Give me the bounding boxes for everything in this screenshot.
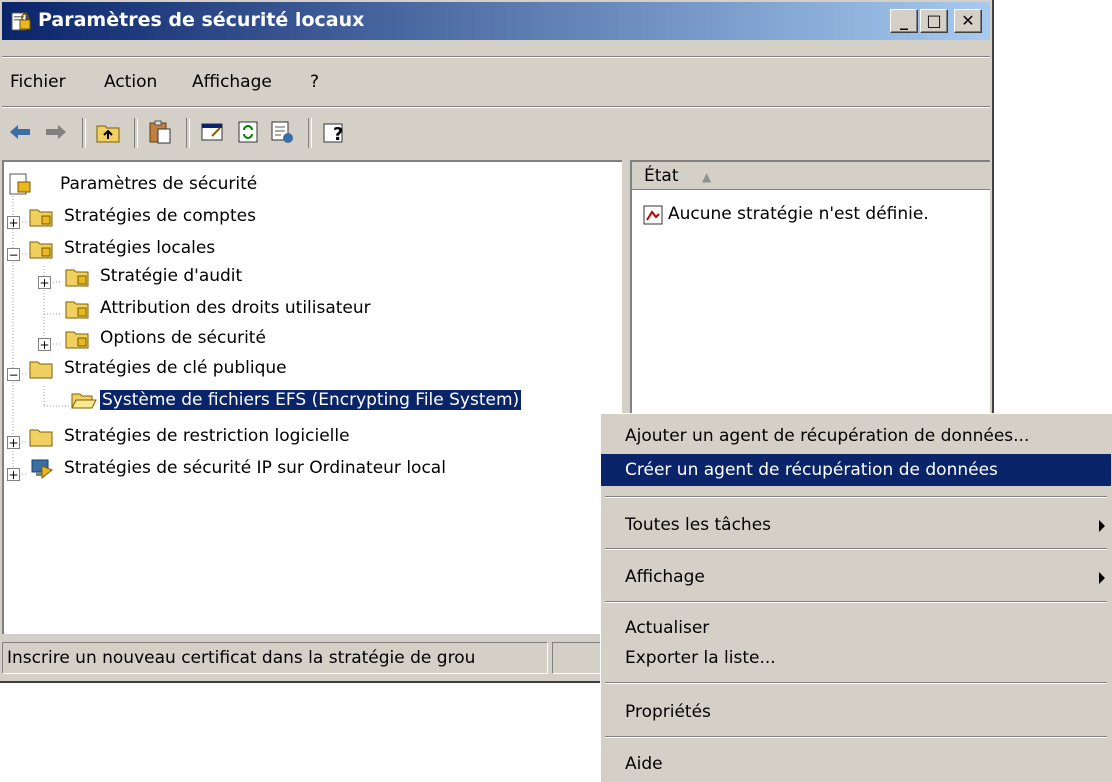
expand-icon[interactable]: +	[7, 216, 20, 229]
menu-affichage[interactable]: Affichage	[192, 72, 272, 92]
sort-icon: ▲	[702, 170, 712, 184]
tree-label: Paramètres de sécurité	[60, 174, 258, 194]
up-folder-icon[interactable]	[94, 118, 122, 146]
menu-item-label: Affichage	[625, 567, 705, 587]
back-icon[interactable]	[6, 118, 34, 146]
tree-label: Stratégies de sécurité IP sur Ordinateur…	[64, 458, 446, 478]
forward-icon[interactable]	[42, 118, 70, 146]
folder-icon	[29, 429, 53, 447]
menu-item-label: Propriétés	[625, 702, 711, 722]
empty-message: Aucune stratégie n'est définie.	[668, 204, 929, 224]
ip-security-icon	[31, 459, 53, 480]
paste-icon[interactable]	[146, 118, 174, 146]
divider	[2, 106, 990, 108]
policy-folder-icon	[65, 269, 89, 287]
tree-label: Stratégies de clé publique	[64, 358, 287, 378]
menu-action[interactable]: Action	[104, 72, 157, 92]
collapse-icon[interactable]: −	[7, 248, 20, 261]
svg-text:?: ?	[333, 124, 343, 145]
divider	[2, 56, 990, 58]
menu-item-label: Exporter la liste...	[625, 648, 776, 668]
menu-item-label: Créer un agent de récupération de donnée…	[625, 460, 998, 480]
menu-item-toutes-taches[interactable]: Toutes les tâches	[601, 509, 1111, 541]
column-header-etat[interactable]: État ▲	[632, 162, 990, 190]
expand-icon[interactable]: +	[7, 436, 20, 449]
menu-item-creer-agent[interactable]: Créer un agent de récupération de donnée…	[601, 454, 1111, 486]
menu-item-exporter-liste[interactable]: Exporter la liste...	[601, 642, 1111, 674]
status-panel-extra	[552, 642, 602, 674]
menu-separator	[605, 601, 1107, 603]
menu-separator	[605, 548, 1107, 550]
menu-item-label: Actualiser	[625, 618, 710, 638]
tree-label: Options de sécurité	[100, 328, 266, 348]
toolbar-separator	[134, 118, 138, 148]
menu-item-affichage[interactable]: Affichage	[601, 561, 1111, 593]
status-panel-main: Inscrire un nouveau certificat dans la s…	[2, 642, 548, 674]
menu-bar: Fichier Action Affichage ?	[2, 62, 990, 100]
collapse-icon[interactable]: −	[7, 368, 20, 381]
toolbar-separator	[186, 118, 190, 148]
help-icon[interactable]: ?	[320, 118, 348, 146]
tree-pane[interactable]: Paramètres de sécurité + Stratégies de c…	[2, 160, 622, 634]
expand-icon[interactable]: +	[7, 468, 20, 481]
expand-icon[interactable]: +	[38, 338, 51, 351]
window-title: Paramètres de sécurité locaux	[38, 9, 365, 31]
tree-label: Stratégies de restriction logicielle	[64, 426, 350, 446]
menu-fichier[interactable]: Fichier	[10, 72, 66, 92]
toolbar-separator	[82, 118, 86, 148]
tree-label: Système de fichiers EFS (Encrypting File…	[98, 389, 523, 411]
menu-separator	[605, 496, 1107, 498]
open-folder-icon	[71, 393, 97, 409]
menu-item-label: Aide	[625, 754, 663, 774]
security-settings-icon	[9, 173, 31, 195]
export-icon[interactable]	[268, 118, 296, 146]
submenu-arrow-icon	[1099, 572, 1105, 584]
maximize-button[interactable]: □	[920, 9, 948, 33]
context-menu: Ajouter un agent de récupération de donn…	[600, 413, 1112, 782]
refresh-icon[interactable]	[234, 118, 262, 146]
tree-label: Stratégie d'audit	[100, 266, 243, 286]
expand-icon[interactable]: +	[38, 276, 51, 289]
folder-icon	[29, 361, 53, 379]
menu-separator	[605, 736, 1107, 738]
submenu-arrow-icon	[1099, 520, 1105, 532]
menu-item-label: Toutes les tâches	[625, 515, 772, 535]
menu-item-ajouter-agent[interactable]: Ajouter un agent de récupération de donn…	[601, 420, 1111, 452]
column-label: État	[644, 166, 679, 186]
policy-folder-icon	[29, 209, 53, 227]
title-bar[interactable]: Paramètres de sécurité locaux _ □ ✕	[2, 2, 990, 40]
menu-help[interactable]: ?	[310, 72, 319, 92]
info-document-icon	[643, 205, 663, 225]
menu-item-aide[interactable]: Aide	[601, 748, 1111, 780]
toolbar-separator	[308, 118, 312, 148]
menu-item-label: Ajouter un agent de récupération de donn…	[625, 426, 1030, 446]
policy-folder-icon	[65, 301, 89, 319]
toolbar: ?	[2, 112, 990, 152]
status-text: Inscrire un nouveau certificat dans la s…	[7, 648, 476, 668]
minimize-button[interactable]: _	[890, 9, 918, 33]
tree-label: Attribution des droits utilisateur	[100, 298, 371, 318]
close-button[interactable]: ✕	[954, 9, 982, 33]
policy-folder-icon	[65, 331, 89, 349]
tree-label: Stratégies de comptes	[64, 206, 256, 226]
menu-item-proprietes[interactable]: Propriétés	[601, 696, 1111, 728]
policy-folder-icon	[29, 241, 53, 259]
security-settings-icon	[11, 12, 31, 31]
menu-item-actualiser[interactable]: Actualiser	[601, 612, 1111, 644]
properties-icon[interactable]	[198, 118, 226, 146]
menu-separator	[605, 682, 1107, 684]
tree-label: Stratégies locales	[64, 238, 216, 258]
